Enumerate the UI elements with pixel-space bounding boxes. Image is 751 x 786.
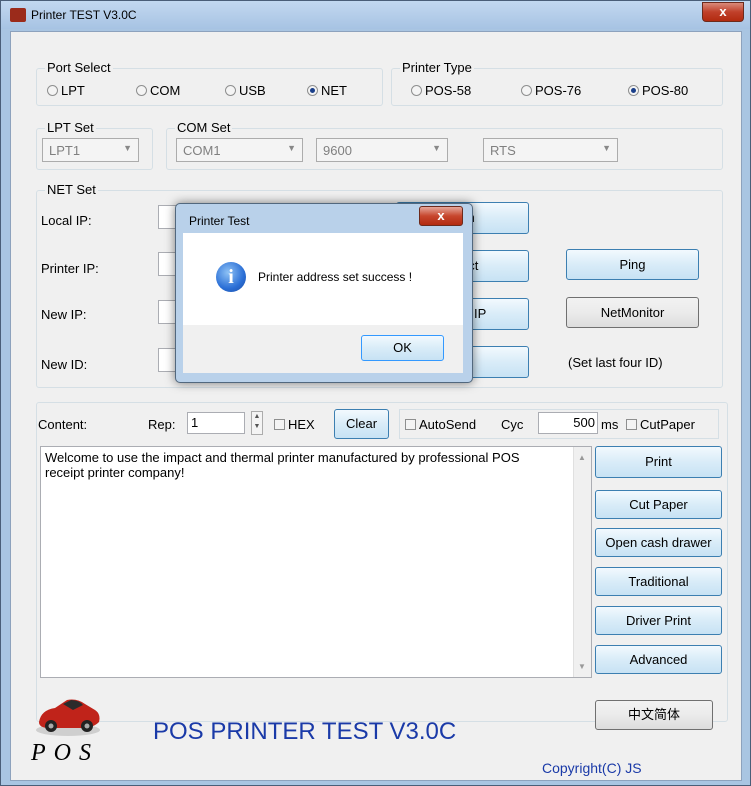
radio-pos76[interactable]: POS-76 — [521, 83, 581, 98]
hex-checkbox[interactable]: HEX — [274, 417, 315, 432]
dialog-close-button[interactable]: x — [419, 206, 463, 226]
radio-pos58-indicator — [411, 85, 422, 96]
radio-pos80[interactable]: POS-80 — [628, 83, 688, 98]
scroll-down-icon[interactable]: ▼ — [578, 659, 586, 674]
chevron-down-icon: ▼ — [287, 143, 296, 153]
scroll-up-icon[interactable]: ▲ — [578, 450, 586, 465]
content-textarea[interactable]: Welcome to use the impact and thermal pr… — [40, 446, 592, 678]
autosend-checkbox-box — [405, 419, 416, 430]
chevron-down-icon: ▼ — [123, 143, 132, 153]
printer-type-title: Printer Type — [400, 60, 474, 75]
radio-pos76-indicator — [521, 85, 532, 96]
netmonitor-button[interactable]: NetMonitor — [566, 297, 699, 328]
ms-label: ms — [601, 417, 619, 432]
dialog-message: Printer address set success ! — [258, 270, 413, 284]
title-bar[interactable]: Printer TEST V3.0C x — [1, 1, 750, 29]
copyright-text: Copyright(C) JS — [542, 760, 642, 776]
radio-lpt[interactable]: LPT — [47, 83, 85, 98]
radio-net[interactable]: NET — [307, 83, 347, 98]
radio-usb[interactable]: USB — [225, 83, 266, 98]
app-window: Printer TEST V3.0C x Port Select LPT COM… — [0, 0, 751, 786]
new-id-label: New ID: — [41, 357, 88, 372]
message-dialog: Printer Test x i Printer address set suc… — [175, 203, 473, 383]
chevron-down-icon: ▼ — [432, 143, 441, 153]
traditional-button[interactable]: Traditional — [595, 567, 722, 596]
radio-net-indicator — [307, 85, 318, 96]
com-port-select[interactable]: COM1 ▼ — [176, 138, 303, 162]
cyc-label: Cyc — [501, 417, 524, 432]
lpt-port-select[interactable]: LPT1 ▼ — [42, 138, 139, 162]
printer-ip-label: Printer IP: — [41, 261, 99, 276]
new-ip-label: New IP: — [41, 307, 87, 322]
radio-lpt-indicator — [47, 85, 58, 96]
dialog-footer: OK — [183, 325, 463, 373]
radio-usb-indicator — [225, 85, 236, 96]
net-set-title: NET Set — [45, 182, 98, 197]
hex-checkbox-box — [274, 419, 285, 430]
driver-print-button[interactable]: Driver Print — [595, 606, 722, 635]
radio-com-indicator — [136, 85, 147, 96]
lpt-set-title: LPT Set — [45, 120, 96, 135]
ping-button[interactable]: Ping — [566, 249, 699, 280]
port-select-title: Port Select — [45, 60, 113, 75]
rep-spinner[interactable]: ▲ ▼ — [251, 411, 263, 435]
dialog-title: Printer Test — [189, 214, 250, 228]
cyc-input[interactable]: 500 — [538, 412, 598, 434]
footer-title: POS PRINTER TEST V3.0C — [153, 718, 457, 745]
car-logo-icon — [33, 692, 103, 738]
set-id-hint: (Set last four ID) — [568, 355, 663, 370]
open-cash-drawer-button[interactable]: Open cash drawer — [595, 528, 722, 557]
info-icon: i — [216, 262, 246, 292]
dialog-body: i Printer address set success ! — [183, 233, 463, 325]
advanced-button[interactable]: Advanced — [595, 645, 722, 674]
content-scrollbar[interactable]: ▲ ▼ — [573, 447, 591, 677]
rep-label: Rep: — [148, 417, 176, 432]
radio-pos58[interactable]: POS-58 — [411, 83, 471, 98]
window-close-button[interactable]: x — [702, 2, 744, 22]
chinese-simplified-button[interactable]: 中文简体 — [595, 700, 713, 730]
radio-pos80-indicator — [628, 85, 639, 96]
flow-control-select[interactable]: RTS ▼ — [483, 138, 618, 162]
com-set-title: COM Set — [175, 120, 233, 135]
rep-input[interactable]: 1 — [187, 412, 245, 434]
cut-paper-button[interactable]: Cut Paper — [595, 490, 722, 519]
print-button[interactable]: Print — [595, 446, 722, 478]
cutpaper-checkbox[interactable]: CutPaper — [626, 417, 695, 432]
content-label: Content: — [38, 417, 88, 432]
window-title: Printer TEST V3.0C — [31, 8, 137, 22]
baud-rate-select[interactable]: 9600 ▼ — [316, 138, 448, 162]
chevron-down-icon: ▼ — [602, 143, 611, 153]
cutpaper-checkbox-box — [626, 419, 637, 430]
client-area: Port Select LPT COM USB NET Printer Type… — [10, 31, 742, 781]
clear-button[interactable]: Clear — [334, 409, 389, 439]
autosend-checkbox[interactable]: AutoSend — [405, 417, 476, 432]
content-text: Welcome to use the impact and thermal pr… — [45, 450, 520, 480]
radio-com[interactable]: COM — [136, 83, 180, 98]
ok-button[interactable]: OK — [361, 335, 444, 361]
pos-logo-text: POS — [31, 740, 99, 766]
app-icon — [10, 8, 26, 22]
local-ip-label: Local IP: — [41, 213, 92, 228]
